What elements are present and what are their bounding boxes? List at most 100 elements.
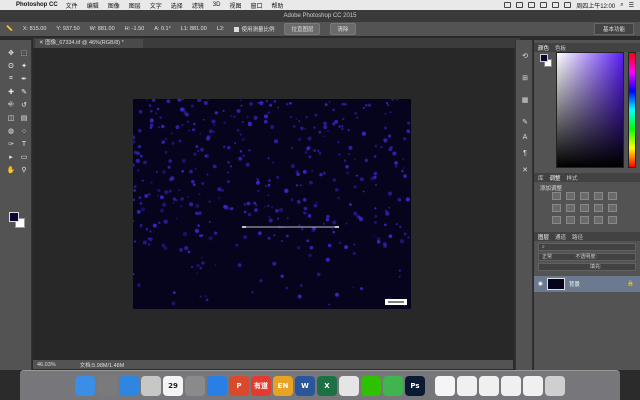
eraser-icon[interactable]: ◫ [5, 113, 17, 123]
wps-icon[interactable]: P [229, 375, 249, 396]
path-select-icon[interactable]: ▸ [5, 152, 17, 162]
checkbox-icon[interactable] [234, 27, 240, 33]
menu-type[interactable]: 文字 [150, 1, 162, 10]
posterize-icon[interactable] [566, 216, 575, 224]
crop-icon[interactable]: ⌗ [5, 74, 17, 84]
word-icon[interactable]: W [295, 375, 315, 396]
ruler-tool-icon[interactable]: 📏 [6, 26, 13, 32]
shape-icon[interactable]: ▭ [18, 152, 30, 162]
doc2-icon[interactable] [479, 375, 499, 396]
tab-color[interactable]: 颜色 [538, 44, 549, 52]
healing-icon[interactable]: ✚ [5, 87, 17, 97]
brush-panel-icon[interactable]: ✎ [520, 118, 530, 128]
tab-styles[interactable]: 样式 [567, 174, 578, 182]
tab-swatches[interactable]: 色板 [555, 44, 566, 52]
black-white-icon[interactable] [580, 204, 589, 212]
photoshop-icon[interactable]: Ps [405, 375, 425, 396]
photo-filter-icon[interactable] [594, 204, 603, 212]
menu-filter[interactable]: 滤镜 [192, 1, 204, 10]
search-icon[interactable]: ⌕ [620, 2, 623, 9]
menu-app-name[interactable]: Photoshop CC [16, 2, 58, 8]
youdao-icon[interactable]: 有道 [251, 375, 271, 396]
eye-icon[interactable]: ◉ [538, 281, 543, 287]
swatches-panel-icon[interactable]: ▦ [520, 96, 530, 106]
tab-paths[interactable]: 路径 [572, 233, 583, 241]
foreground-color-swatch[interactable] [9, 212, 19, 222]
canvas-area[interactable] [33, 48, 513, 360]
list-icon[interactable]: ☰ [629, 2, 634, 9]
hue-slider[interactable] [628, 52, 636, 168]
menu-window[interactable]: 窗口 [250, 1, 262, 10]
marquee-icon[interactable]: ⬚ [18, 48, 30, 58]
dodge-icon[interactable]: ○ [18, 126, 30, 136]
blend-mode-select[interactable]: 正常 不透明度: [538, 253, 636, 261]
chrome-icon[interactable] [339, 375, 359, 396]
menu-file[interactable]: 文件 [66, 1, 78, 10]
dict-icon[interactable]: EN [273, 375, 293, 396]
magic-wand-icon[interactable]: ✦ [18, 61, 30, 71]
preview-icon[interactable] [435, 375, 455, 396]
hand-icon[interactable]: ✋ [5, 165, 17, 175]
vibrance-icon[interactable] [608, 192, 617, 200]
tab-channels[interactable]: 通道 [555, 233, 566, 241]
properties-panel-icon[interactable]: ⊞ [520, 74, 530, 84]
trash-icon[interactable] [545, 375, 565, 396]
character-panel-icon[interactable]: A [520, 134, 530, 144]
excel-icon[interactable]: X [317, 375, 337, 396]
workspace-select[interactable]: 基本功能 [593, 23, 634, 35]
finder-icon[interactable] [75, 375, 95, 396]
document-image[interactable] [133, 99, 411, 309]
menu-select[interactable]: 选择 [171, 1, 183, 10]
move-icon[interactable]: ✥ [5, 48, 17, 58]
tab-adjustments[interactable]: 调整 [550, 174, 561, 182]
lasso-icon[interactable]: ʘ [5, 61, 17, 71]
exposure-icon[interactable] [594, 192, 603, 200]
menu-edit[interactable]: 编辑 [87, 1, 99, 10]
calendar-icon[interactable]: 29 [163, 375, 183, 396]
stamp-icon[interactable]: ⎆ [5, 100, 17, 110]
brightness-icon[interactable] [552, 192, 561, 200]
gradient-icon[interactable]: ▤ [18, 113, 30, 123]
brush-icon[interactable]: ✎ [18, 87, 30, 97]
tab-layers[interactable]: 图层 [538, 233, 549, 241]
tools-preset-icon[interactable]: ✕ [520, 166, 530, 176]
menu-3d[interactable]: 3D [213, 2, 221, 8]
qq-icon[interactable] [383, 375, 403, 396]
launchpad-icon[interactable] [97, 375, 117, 396]
doc3-icon[interactable] [501, 375, 521, 396]
photos-icon[interactable] [141, 375, 161, 396]
hue-saturation-icon[interactable] [552, 204, 561, 212]
layer-row[interactable]: ◉ 背景 🔒 [534, 276, 640, 292]
pen-icon[interactable]: ✑ [5, 139, 17, 149]
volume-icon[interactable] [552, 2, 560, 8]
invert-icon[interactable] [552, 216, 561, 224]
history-panel-icon[interactable]: ⟲ [520, 52, 530, 62]
straighten-layer-button[interactable]: 拉直图层 [284, 23, 321, 35]
status-icon-2[interactable] [516, 2, 524, 8]
tab-library[interactable]: 库 [538, 174, 544, 182]
color-field[interactable] [556, 52, 624, 168]
curves-icon[interactable] [580, 192, 589, 200]
type-icon[interactable]: T [18, 139, 30, 149]
status-icon-3[interactable] [528, 2, 536, 8]
menu-layer[interactable]: 图层 [129, 1, 141, 10]
color-balance-icon[interactable] [566, 204, 575, 212]
levels-icon[interactable] [566, 192, 575, 200]
menu-view[interactable]: 视图 [229, 1, 241, 10]
clear-button[interactable]: 清除 [330, 23, 356, 35]
paragraph-panel-icon[interactable]: ¶ [520, 150, 530, 160]
doc-info[interactable]: 文档:5.98M/1.48M [80, 361, 125, 369]
foreground-swatch[interactable] [540, 54, 548, 62]
threshold-icon[interactable] [580, 216, 589, 224]
menubar-clock[interactable]: 周四上午12:00 [576, 1, 615, 10]
menu-image[interactable]: 图像 [108, 1, 120, 10]
settings-icon[interactable] [185, 375, 205, 396]
selective-color-icon[interactable] [608, 216, 617, 224]
zoom-level[interactable]: 46.03% [37, 362, 56, 368]
battery-icon[interactable] [564, 2, 572, 8]
eyedropper-icon[interactable]: ✒ [18, 74, 30, 84]
wifi-icon[interactable] [540, 2, 548, 8]
appstore-icon[interactable] [207, 375, 227, 396]
history-brush-icon[interactable]: ↺ [18, 100, 30, 110]
layer-filter[interactable]: ⌕ [538, 243, 636, 251]
